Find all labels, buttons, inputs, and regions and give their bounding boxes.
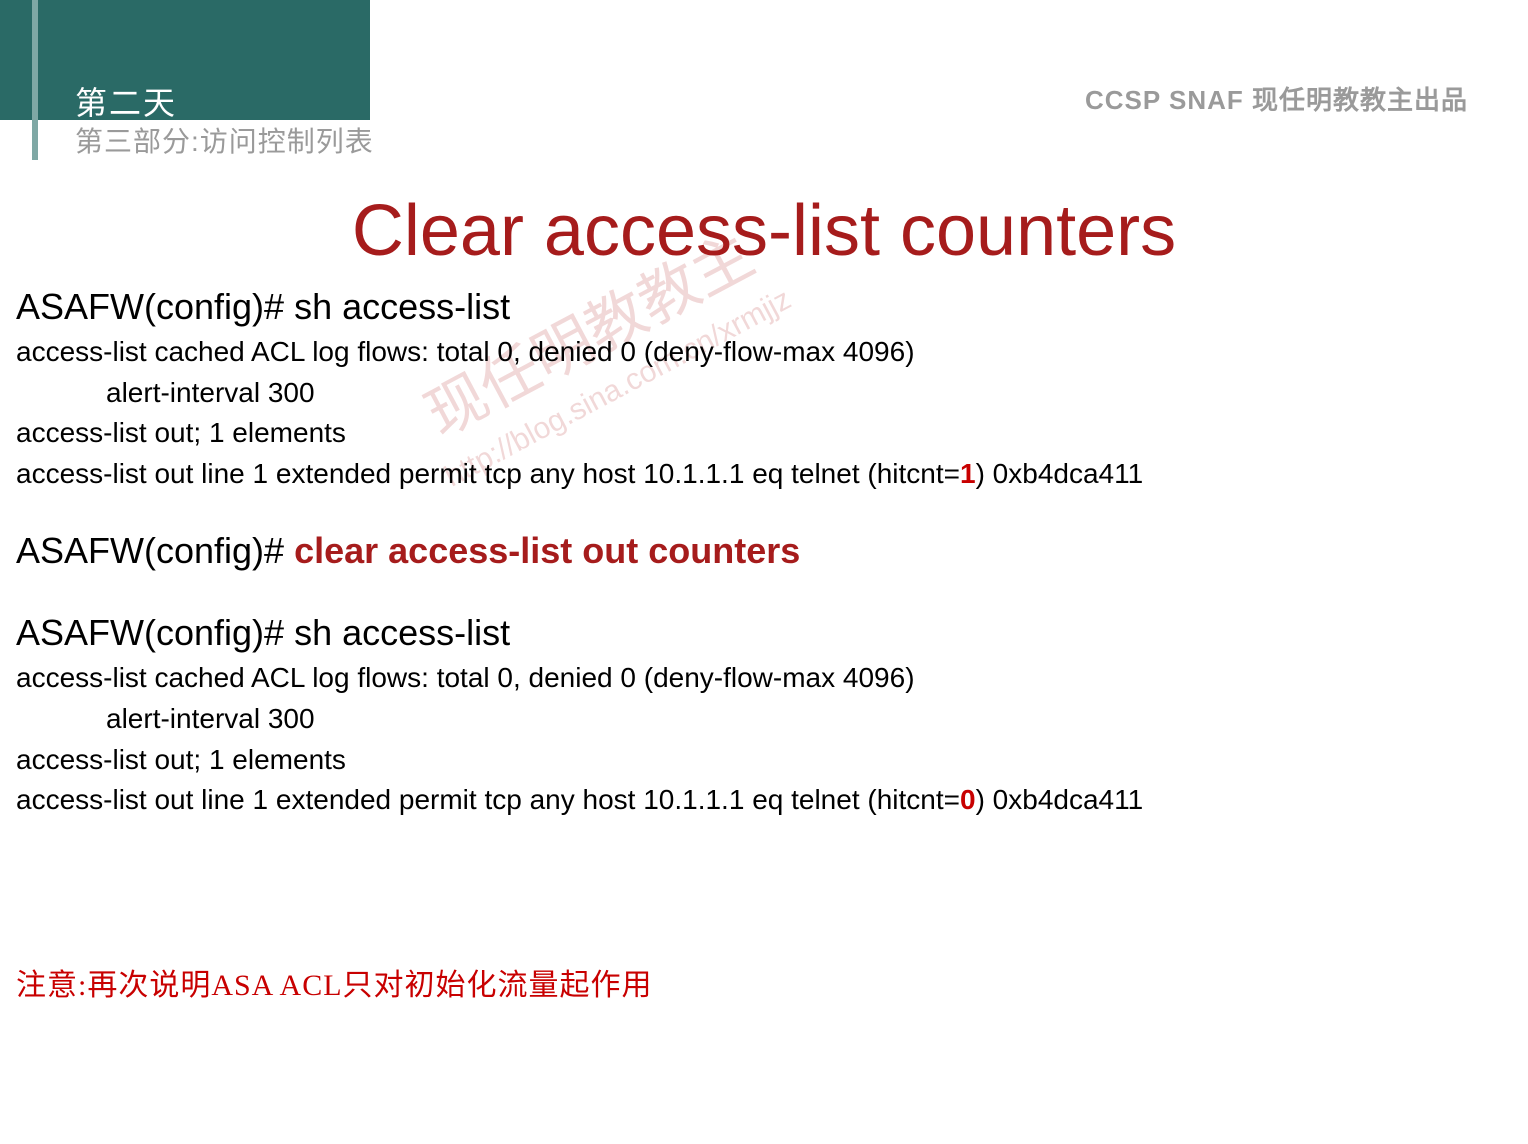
cli-output-1a: access-list cached ACL log flows: total … xyxy=(16,332,1512,373)
cli-output-3d-pre: access-list out line 1 extended permit t… xyxy=(16,784,960,815)
cli-output-1d: access-list out line 1 extended permit t… xyxy=(16,454,1512,495)
cli-command-3: ASAFW(config)# sh access-list xyxy=(16,612,1512,654)
cli-output-3d: access-list out line 1 extended permit t… xyxy=(16,780,1512,821)
section-label: 第三部分:访问控制列表 xyxy=(75,120,374,160)
hitcnt-value-1: 1 xyxy=(960,458,976,489)
slide-body: ASAFW(config)# sh access-list access-lis… xyxy=(16,280,1512,821)
cli-output-3d-post: ) 0xb4dca411 xyxy=(976,784,1144,815)
cli-output-1c: access-list out; 1 elements xyxy=(16,413,1512,454)
cli-output-3a: access-list cached ACL log flows: total … xyxy=(16,658,1512,699)
footnote: 注意:再次说明ASA ACL只对初始化流量起作用 xyxy=(16,960,653,1004)
cli-output-1d-pre: access-list out line 1 extended permit t… xyxy=(16,458,960,489)
cli-command-1: ASAFW(config)# sh access-list xyxy=(16,286,1512,328)
cli-output-1d-post: ) 0xb4dca411 xyxy=(976,458,1144,489)
header-bar xyxy=(0,0,370,120)
course-credit: CCSP SNAF 现任明教教主出品 xyxy=(1085,80,1468,117)
hitcnt-value-2: 0 xyxy=(960,784,976,815)
cli-output-3b: alert-interval 300 xyxy=(16,699,1512,740)
cli-prompt-2: ASAFW(config)# xyxy=(16,530,294,571)
cli-command-2: ASAFW(config)# clear access-list out cou… xyxy=(16,530,1512,572)
header-accent xyxy=(32,0,38,160)
cli-output-3c: access-list out; 1 elements xyxy=(16,740,1512,781)
slide-title: Clear access-list counters xyxy=(0,190,1528,272)
cli-command-2-text: clear access-list out counters xyxy=(294,530,800,571)
day-label: 第二天 xyxy=(75,78,177,124)
cli-output-1b: alert-interval 300 xyxy=(16,373,1512,414)
